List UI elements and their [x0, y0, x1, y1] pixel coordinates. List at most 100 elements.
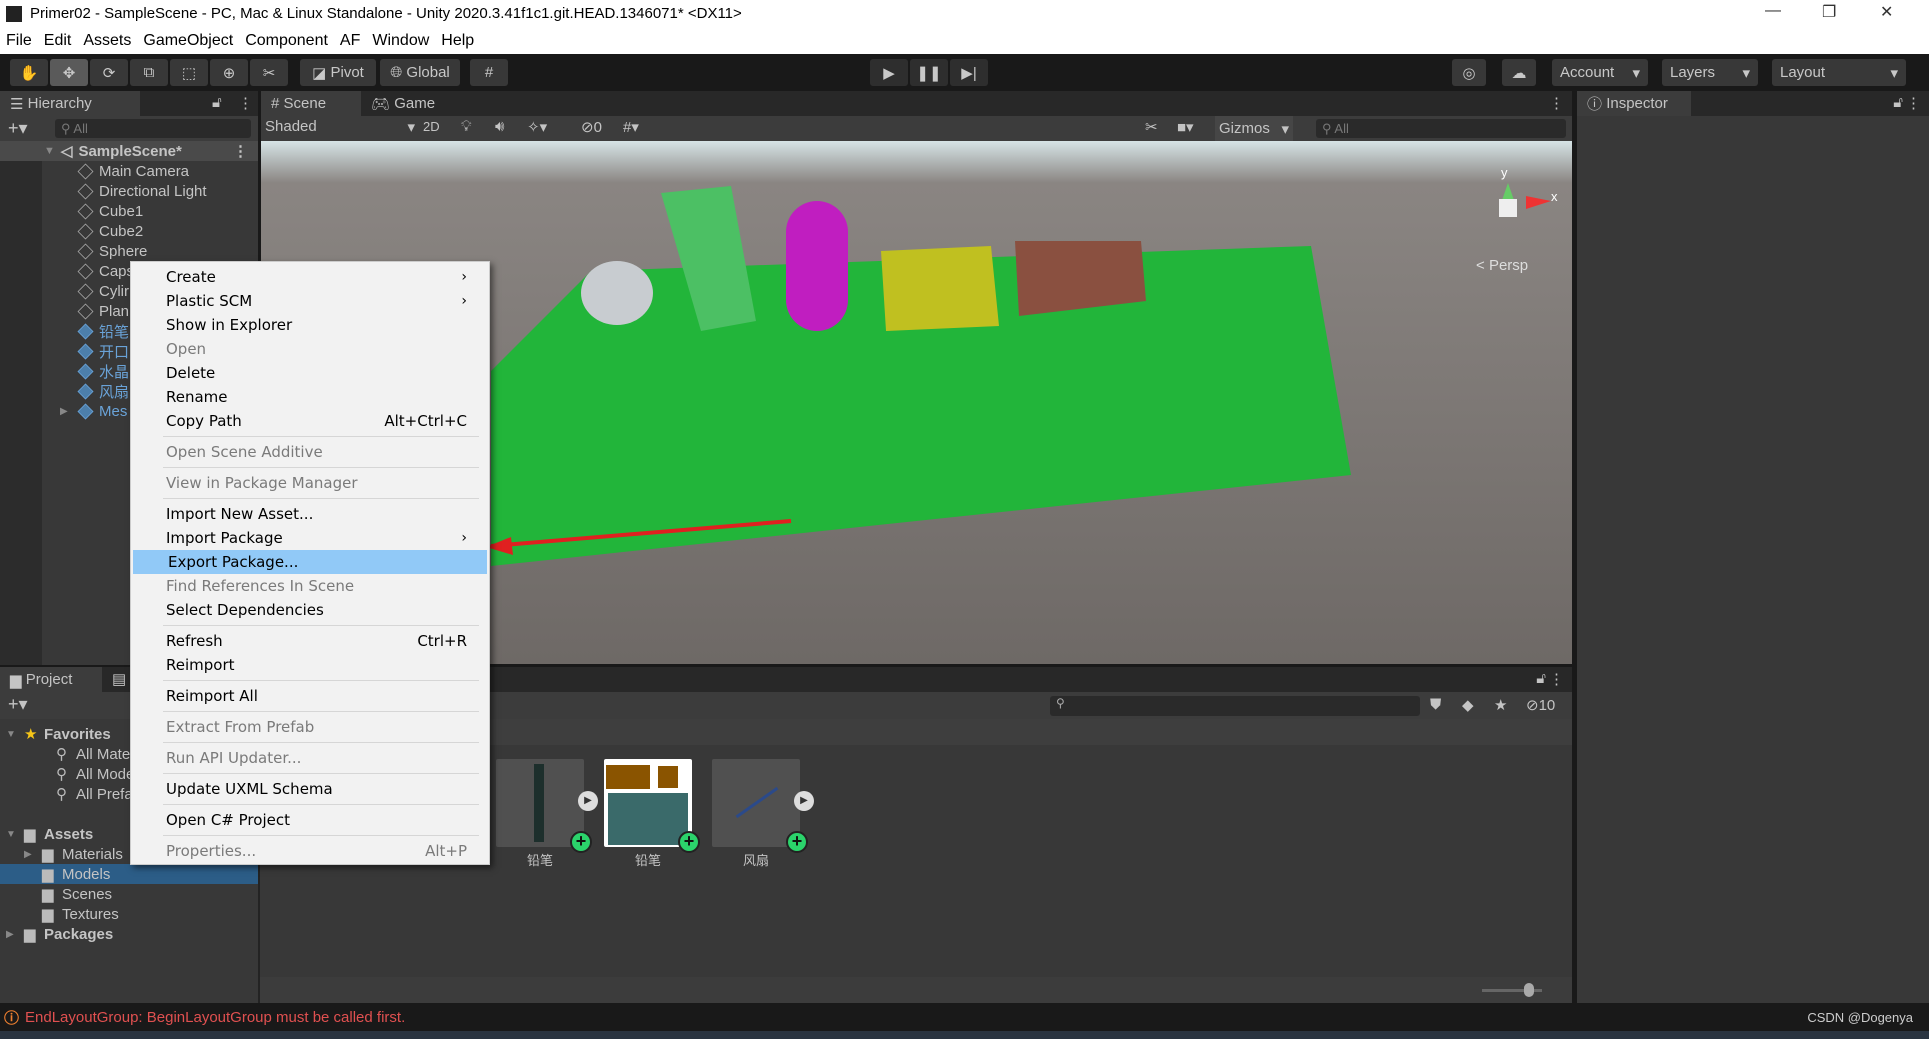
global-toggle[interactable]: 🌐︎ Global — [380, 59, 460, 86]
project-tree-folder-scenes[interactable]: ▆ Scenes — [0, 884, 258, 904]
lighting-icon[interactable]: 💡︎ — [461, 118, 472, 135]
menu-item-properties[interactable]: Properties... Alt+P — [131, 839, 489, 863]
filter-type-icon[interactable]: ⛊ — [1430, 696, 1441, 713]
menu-item-extract-from-prefab[interactable]: Extract From Prefab — [131, 715, 489, 739]
chevron-right-icon: › — [461, 269, 467, 285]
menu-gameobject[interactable]: GameObject — [143, 32, 233, 50]
cloud-icon[interactable]: ☁ — [1502, 59, 1536, 86]
menu-item-copy-path[interactable]: Copy Path Alt+Ctrl+C — [131, 409, 489, 433]
menu-item-open-c#-project[interactable]: Open C# Project — [131, 808, 489, 832]
pivot-toggle[interactable]: ◪ Pivot — [300, 59, 376, 86]
effects-icon[interactable]: ✧▾ — [527, 118, 547, 136]
slider-handle[interactable] — [1524, 983, 1534, 997]
plastic-scm-icon[interactable]: ◎ — [1452, 59, 1486, 86]
more-icon[interactable]: ⋮ — [1549, 670, 1564, 688]
custom-tool-icon[interactable]: ✂ — [250, 59, 288, 86]
status-bar[interactable]: ⓘ EndLayoutGroup: BeginLayoutGroup must … — [0, 1003, 1929, 1031]
menu-component[interactable]: Component — [245, 32, 328, 50]
project-tree-folder-textures[interactable]: ▆ Textures — [0, 904, 258, 924]
asset-tile[interactable]: ▶ + — [496, 759, 598, 853]
move-tool-icon[interactable]: ✥ — [50, 59, 88, 86]
project-tree-folder-models[interactable]: ▆ Models — [0, 864, 258, 884]
project-tree-packages-folder[interactable]: ▶ ▆ Packages — [0, 924, 258, 944]
play-button[interactable]: ▶ — [870, 59, 908, 86]
rotate-tool-icon[interactable]: ⟳ — [90, 59, 128, 86]
menu-edit[interactable]: Edit — [44, 32, 72, 50]
hierarchy-search-input[interactable]: ⚲ All — [55, 119, 251, 138]
expand-arrow-icon[interactable]: ▶ — [60, 406, 68, 417]
audio-icon[interactable]: 🔊︎ — [495, 118, 504, 135]
tab-hierarchy[interactable]: ☰ Hierarchy — [0, 91, 140, 116]
project-search-input[interactable]: ⚲ — [1050, 696, 1420, 716]
close-button[interactable]: ✕ — [1880, 2, 1893, 22]
scene-search-input[interactable]: ⚲ All — [1316, 119, 1566, 138]
menu-item-run-api-updater[interactable]: Run API Updater... — [131, 746, 489, 770]
gizmos-dropdown[interactable]: Gizmos ▾ — [1215, 116, 1293, 141]
menu-item-create[interactable]: Create › — [131, 265, 489, 289]
transform-tool-icon[interactable]: ⊕ — [210, 59, 248, 86]
status-message[interactable]: EndLayoutGroup: BeginLayoutGroup must be… — [25, 1009, 405, 1026]
asset-tile[interactable]: + — [604, 759, 700, 853]
asset-tile[interactable]: ▶ + — [712, 759, 814, 853]
menu-item-reimport[interactable]: Reimport — [131, 653, 489, 677]
menu-item-rename[interactable]: Rename — [131, 385, 489, 409]
menu-window[interactable]: Window — [372, 32, 429, 50]
menu-help[interactable]: Help — [441, 32, 474, 50]
tools-icon[interactable]: ✂ — [1145, 118, 1158, 136]
maximize-button[interactable]: ❐ — [1822, 2, 1836, 22]
tab-inspector[interactable]: ⓘ Inspector — [1577, 91, 1691, 116]
label-icon[interactable]: ◆ — [1462, 696, 1474, 714]
account-dropdown[interactable]: Account ▾ — [1552, 59, 1648, 86]
lock-icon[interactable]: 🔓︎ — [212, 94, 222, 111]
more-icon[interactable]: ⋮ — [233, 142, 248, 160]
menu-item-open[interactable]: Open — [131, 337, 489, 361]
shading-dropdown[interactable]: Shaded ▾ — [265, 118, 415, 136]
pause-button[interactable]: ❚❚ — [910, 59, 948, 86]
add-icon[interactable]: +▾ — [8, 694, 28, 715]
add-icon[interactable]: +▾ — [8, 118, 28, 139]
menu-item-delete[interactable]: Delete — [131, 361, 489, 385]
tab-scene[interactable]: # Scene — [261, 91, 361, 116]
grid-icon[interactable]: #▾ — [623, 118, 639, 136]
scale-tool-icon[interactable]: ⧉ — [130, 59, 168, 86]
menu-item-select-dependencies[interactable]: Select Dependencies — [131, 598, 489, 622]
lock-icon[interactable]: 🔓︎ — [1536, 670, 1546, 687]
menu-item-open-scene-additive[interactable]: Open Scene Additive — [131, 440, 489, 464]
menu-item-reimport-all[interactable]: Reimport All — [131, 684, 489, 708]
hidden-objects-toggle[interactable]: ⊘0 — [581, 118, 602, 136]
layout-dropdown[interactable]: Layout ▾ — [1772, 59, 1906, 86]
more-icon[interactable]: ⋮ — [1549, 94, 1564, 112]
menu-item-refresh[interactable]: Refresh Ctrl+R — [131, 629, 489, 653]
tab-project[interactable]: ▆ Project — [0, 667, 102, 692]
2d-toggle[interactable]: 2D — [423, 119, 440, 134]
favorite-star-icon[interactable]: ★ — [1494, 696, 1507, 714]
menu-item-find-references-in-scene[interactable]: Find References In Scene — [131, 574, 489, 598]
menu-item-show-in-explorer[interactable]: Show in Explorer — [131, 313, 489, 337]
more-icon[interactable]: ⋮ — [238, 94, 253, 112]
camera-icon[interactable]: ■▾ — [1177, 118, 1194, 136]
hand-tool-icon[interactable]: ✋ — [10, 59, 48, 86]
menu-item-plastic-scm[interactable]: Plastic SCM › — [131, 289, 489, 313]
menu-af[interactable]: AF — [340, 32, 360, 50]
hidden-packages-toggle[interactable]: ⊘10 — [1526, 696, 1555, 714]
menu-item-export-package[interactable]: Export Package... — [133, 550, 487, 574]
menu-item-update-uxml-schema[interactable]: Update UXML Schema — [131, 777, 489, 801]
menu-item-import-package[interactable]: Import Package › — [131, 526, 489, 550]
more-icon[interactable]: ⋮ — [1906, 94, 1921, 112]
rect-tool-icon[interactable]: ⬚ — [170, 59, 208, 86]
persp-label[interactable]: < Persp — [1476, 257, 1528, 274]
scene-root-row[interactable]: ▼ ◁ SampleScene* ⋮ — [0, 141, 258, 161]
menu-assets[interactable]: Assets — [83, 32, 131, 50]
tab-game[interactable]: 🎮︎ Game — [361, 91, 461, 116]
lock-icon[interactable]: 🔓︎ — [1893, 94, 1903, 111]
menu-item-view-in-package-manager[interactable]: View in Package Manager — [131, 471, 489, 495]
console-icon[interactable]: ▤ — [112, 670, 126, 688]
menu-file[interactable]: File — [6, 32, 32, 50]
menu-item-import-new-asset[interactable]: Import New Asset... — [131, 502, 489, 526]
expand-arrow-icon[interactable]: ▼ — [44, 145, 55, 157]
grid-snap-icon[interactable]: # — [470, 59, 508, 86]
step-button[interactable]: ▶| — [950, 59, 988, 86]
minimize-button[interactable]: — — [1765, 2, 1781, 20]
menu-separator — [163, 711, 479, 712]
layers-dropdown[interactable]: Layers ▾ — [1662, 59, 1758, 86]
